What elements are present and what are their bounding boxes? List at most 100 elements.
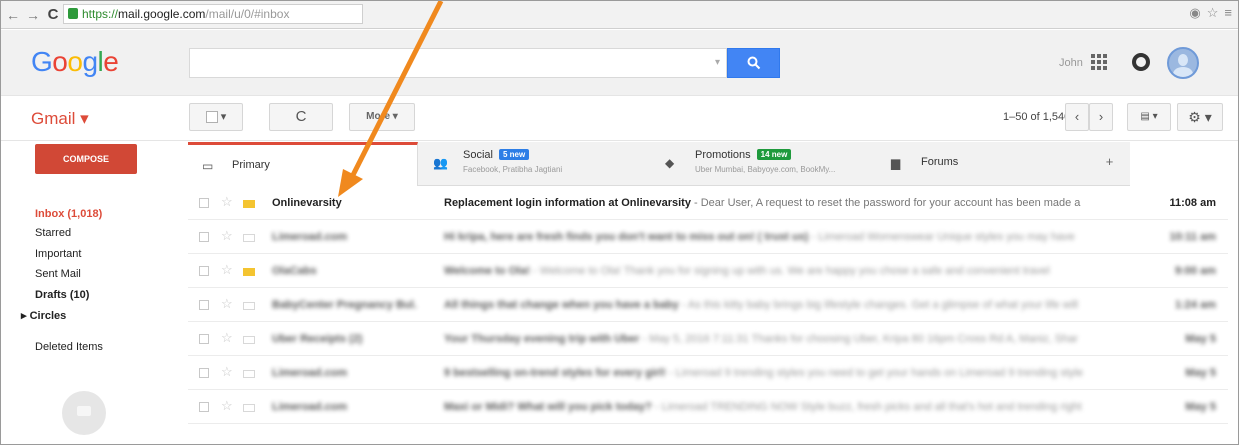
subject-line: Welcome to Ola! - Welcome to Ola! Thank … — [444, 265, 1134, 277]
sender: Limeroad.com — [272, 231, 348, 243]
user-name[interactable]: John — [1059, 57, 1083, 69]
subject-line: 9 bestselling on-trend styles for every … — [444, 367, 1134, 379]
star-icon[interactable]: ☆ — [221, 398, 233, 414]
inbox-icon: ▭ — [202, 159, 214, 173]
checkbox-icon — [205, 111, 218, 124]
notifications-icon[interactable] — [1132, 53, 1150, 71]
timestamp: May 5 — [1185, 401, 1216, 413]
importance-marker-icon[interactable] — [243, 234, 255, 242]
row-checkbox[interactable] — [199, 402, 209, 412]
importance-marker-icon[interactable] — [243, 268, 255, 276]
snippet: - Welcome to Ola! Thank you for signing … — [529, 265, 1050, 277]
logo-letter: e — [103, 46, 119, 77]
sender: Limeroad.com — [272, 401, 348, 413]
importance-marker-icon[interactable] — [243, 200, 255, 208]
row-checkbox[interactable] — [199, 334, 209, 344]
table-row[interactable]: ☆ BabyCenter Pregnancy Bul. All things tha… — [188, 288, 1228, 322]
url-scheme: https:// — [82, 7, 119, 21]
table-row[interactable]: ☆ OlaCabs Welcome to Ola! - Welcome to Ola… — [188, 254, 1228, 288]
row-checkbox[interactable] — [199, 266, 209, 276]
subject: Your Thursday evening trip with Uber — [444, 333, 640, 345]
star-icon[interactable]: ☆ — [221, 296, 233, 312]
sender: BabyCenter Pregnancy Bul. — [272, 299, 417, 311]
pagination-text: 1–50 of 1,540 — [1003, 111, 1071, 123]
sidebar-item-sent[interactable]: Sent Mail — [35, 268, 81, 280]
star-bookmark-icon[interactable]: ☆ — [1207, 5, 1219, 21]
more-button[interactable]: More ▾ — [349, 103, 415, 131]
tab-label: Primary — [232, 159, 270, 171]
star-icon[interactable]: ☆ — [221, 228, 233, 244]
apps-grid-icon[interactable] — [1091, 54, 1107, 70]
sidebar-item-inbox[interactable]: Inbox (1,018) — [35, 208, 102, 220]
snippet: - As this kitty baby brings big lifestyl… — [678, 299, 1078, 311]
forward-arrow-icon[interactable]: → — [25, 5, 41, 25]
browser-toolbar: ← → C https://mail.google.com/mail/u/0/#… — [1, 1, 1238, 29]
tab-social[interactable]: 👥 Social 5 new Facebook, Pratibha Jagtian… — [419, 142, 651, 186]
prev-page-button[interactable]: ‹ — [1065, 103, 1089, 131]
search-input[interactable]: ▾ — [189, 48, 727, 78]
logo-letter: o — [52, 46, 68, 77]
search-dropdown-icon[interactable]: ▾ — [715, 57, 720, 68]
star-icon[interactable]: ☆ — [221, 194, 233, 210]
address-bar[interactable]: https://mail.google.com/mail/u/0/#inbox — [63, 4, 363, 24]
table-row[interactable]: ☆ Onlinevarsity Replacement login informat… — [188, 186, 1228, 220]
sidebar-item-circles[interactable]: ▸ Circles — [21, 309, 66, 322]
sidebar-item-drafts[interactable]: Drafts (10) — [35, 289, 89, 301]
subject: Replacement login information at Onlinev… — [444, 197, 691, 209]
new-badge: 14 new — [756, 149, 792, 160]
importance-marker-icon[interactable] — [243, 336, 255, 344]
row-checkbox[interactable] — [199, 232, 209, 242]
avatar[interactable] — [1167, 47, 1199, 79]
importance-marker-icon[interactable] — [243, 302, 255, 310]
tab-primary[interactable]: ▭ Primary — [188, 142, 418, 187]
star-icon[interactable]: ☆ — [221, 262, 233, 278]
chevron-down-icon: ▾ — [220, 111, 227, 123]
reload-icon[interactable]: C — [45, 5, 61, 25]
snippet: - Dear User, A request to reset the pass… — [690, 197, 1081, 209]
sidebar-item-deleted[interactable]: Deleted Items — [35, 341, 103, 353]
refresh-button[interactable]: C — [269, 103, 333, 131]
search-button[interactable] — [727, 48, 780, 78]
star-icon[interactable]: ☆ — [221, 364, 233, 380]
importance-marker-icon[interactable] — [243, 404, 255, 412]
tab-label-wrap: Social 5 new — [463, 149, 530, 161]
input-tools-button[interactable]: ▤ ▾ — [1127, 103, 1171, 131]
timestamp: May 5 — [1185, 333, 1216, 345]
sender: Uber Receipts (2) — [272, 333, 363, 345]
timestamp: 10:11 am — [1169, 231, 1216, 243]
subject: Hi kripa, here are fresh finds you don't… — [444, 231, 809, 243]
compose-button[interactable]: COMPOSE — [35, 144, 137, 174]
table-row[interactable]: ☆ Limeroad.com Maxi or Midi? What will you… — [188, 390, 1228, 424]
tab-subtitle: Uber Mumbai, Babyoye.com, BookMy... — [695, 165, 836, 174]
eye-icon[interactable]: ◉ — [1189, 5, 1200, 21]
table-row[interactable]: ☆ Limeroad.com Hi kripa, here are fresh fi… — [188, 220, 1228, 254]
hangouts-icon[interactable] — [62, 391, 106, 435]
tab-promotions[interactable]: ◆ Promotions 14 new Uber Mumbai, Babyoye.… — [651, 142, 877, 186]
sender: Onlinevarsity — [272, 197, 342, 209]
row-checkbox[interactable] — [199, 368, 209, 378]
table-row[interactable]: ☆ Uber Receipts (2) Your Thursday evening … — [188, 322, 1228, 356]
back-arrow-icon[interactable]: ← — [5, 5, 21, 25]
gmail-menu[interactable]: Gmail ▾ — [31, 109, 89, 129]
subject: Welcome to Ola! — [444, 265, 530, 277]
snippet: - May 5, 2016 7:11:31 Thanks for choosin… — [639, 333, 1078, 345]
subject-line: Your Thursday evening trip with Uber - M… — [444, 333, 1134, 345]
star-icon[interactable]: ☆ — [221, 330, 233, 346]
select-checkbox-button[interactable]: ▾ — [189, 103, 243, 131]
google-logo[interactable]: Google — [31, 46, 119, 78]
tab-label: Promotions — [695, 149, 751, 161]
table-row[interactable]: ☆ Limeroad.com 9 bestselling on-trend styl… — [188, 356, 1228, 390]
add-tab-button[interactable]: + — [1089, 142, 1130, 186]
sidebar-item-starred[interactable]: Starred — [35, 227, 71, 239]
row-checkbox[interactable] — [199, 300, 209, 310]
subject-line: Maxi or Midi? What will you pick today? … — [444, 401, 1134, 413]
subject: 9 bestselling on-trend styles for every … — [444, 367, 666, 379]
row-checkbox[interactable] — [199, 198, 209, 208]
importance-marker-icon[interactable] — [243, 370, 255, 378]
tab-forums[interactable]: ▆ Forums — [877, 142, 1089, 186]
next-page-button[interactable]: › — [1089, 103, 1113, 131]
settings-button[interactable]: ⚙ ▾ — [1177, 103, 1223, 131]
sidebar-item-important[interactable]: Important — [35, 248, 81, 260]
menu-icon[interactable]: ≡ — [1224, 5, 1232, 21]
category-tabs: ▭ Primary 👥 Social 5 new Facebook, Pratib… — [188, 142, 1130, 187]
